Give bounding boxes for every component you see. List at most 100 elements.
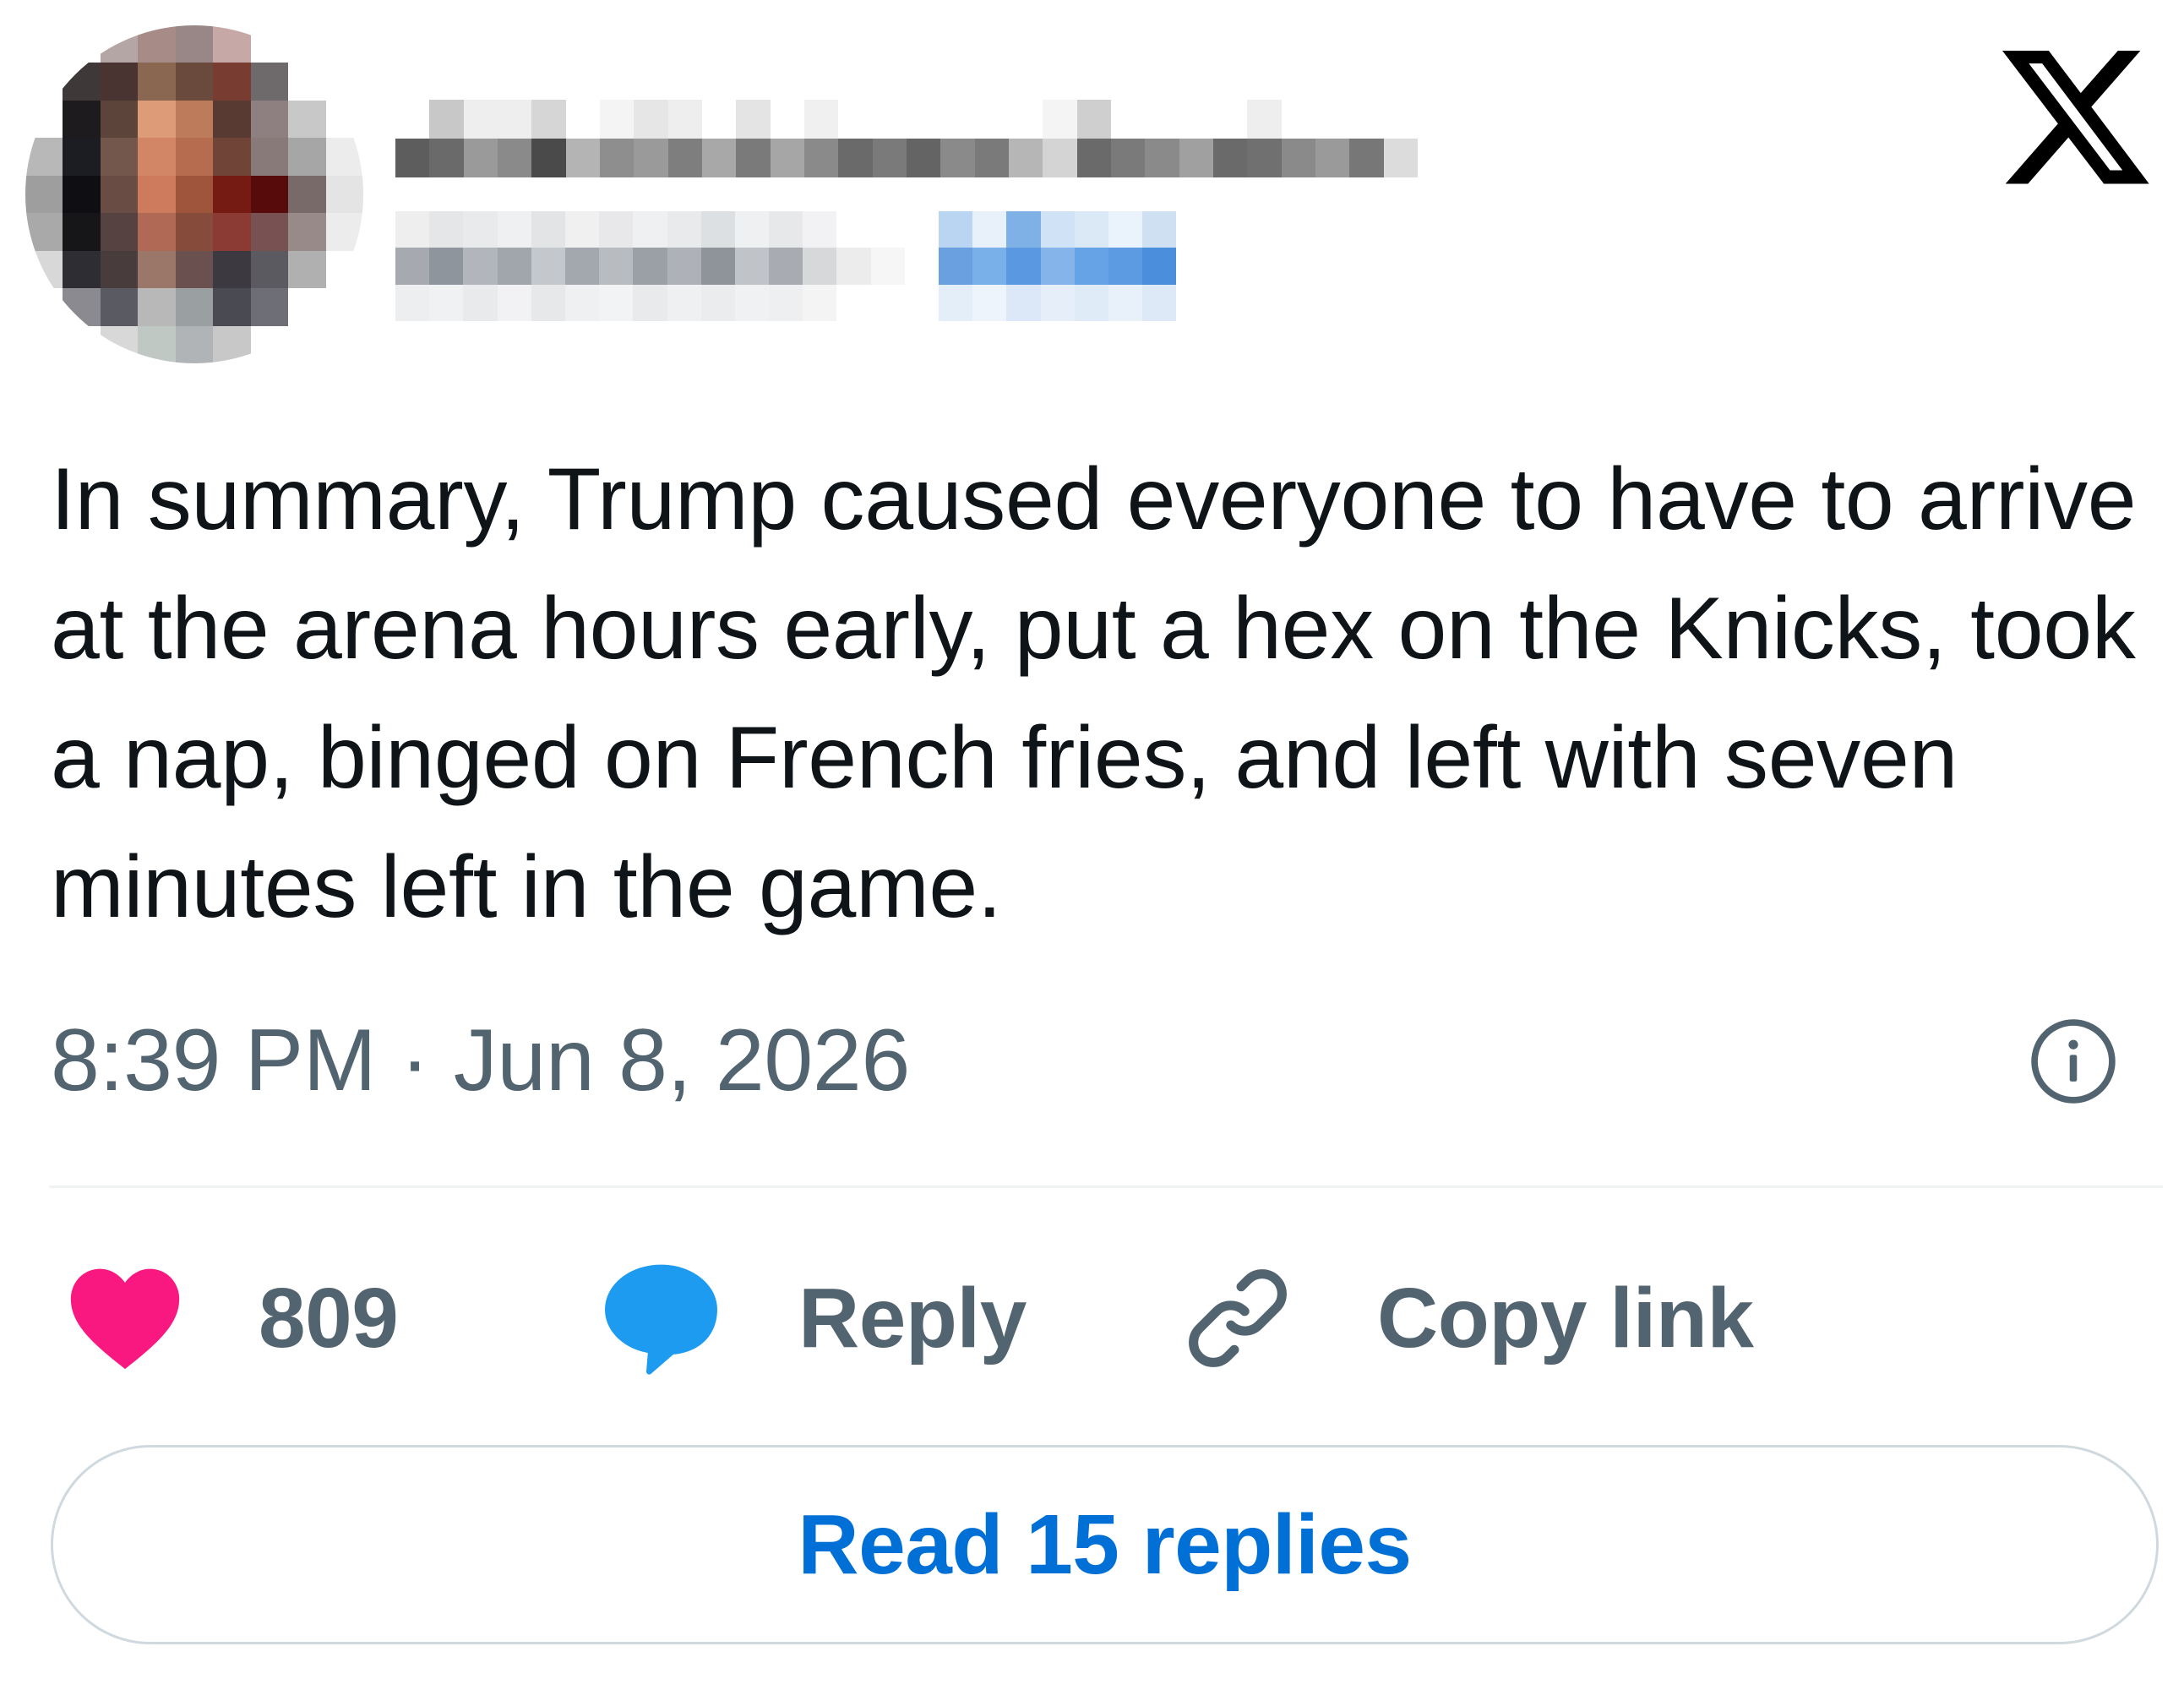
name-pixel [872, 100, 907, 139]
avatar-pixel [213, 288, 251, 326]
avatar-pixel [25, 138, 63, 176]
author-name-redacted[interactable] [395, 100, 1418, 177]
handle-pixel [395, 211, 430, 248]
read-replies-button[interactable]: Read 15 replies [51, 1445, 2159, 1644]
name-pixel [701, 100, 737, 139]
avatar-pixel [288, 100, 326, 139]
name-pixel [701, 139, 737, 177]
avatar-pixel [100, 213, 139, 251]
handle-pixel [1074, 248, 1109, 285]
name-pixel [736, 100, 771, 139]
name-pixel [906, 139, 941, 177]
handle-pixel [734, 211, 770, 248]
handle-pixel [633, 248, 667, 285]
name-pixel [599, 100, 635, 139]
handle-pixel [1142, 211, 1177, 248]
handle-pixel [1006, 284, 1041, 321]
name-pixel [1281, 139, 1315, 177]
avatar-pixel [288, 288, 326, 326]
avatar-pixel [63, 213, 101, 251]
handle-pixel [1040, 248, 1075, 285]
handle-pixel [395, 248, 430, 285]
name-pixel [1110, 139, 1146, 177]
name-pixel [1247, 100, 1282, 139]
reply-button[interactable]: Reply [600, 1251, 1027, 1386]
avatar-pixel [213, 175, 251, 214]
handle-pixel [769, 248, 803, 285]
name-pixel [906, 100, 941, 139]
avatar-pixel [288, 325, 326, 363]
like-button[interactable]: 809 [66, 1251, 399, 1386]
name-pixel [872, 139, 907, 177]
name-pixel [463, 139, 498, 177]
avatar-pixel [213, 325, 251, 363]
name-pixel [1179, 139, 1213, 177]
avatar-pixel [288, 213, 326, 251]
name-pixel [1043, 139, 1077, 177]
author-handle-redacted[interactable] [395, 211, 1278, 321]
handle-pixel [700, 211, 735, 248]
name-pixel [395, 139, 430, 177]
name-pixel [531, 100, 566, 139]
avatar-pixel [175, 138, 214, 176]
avatar-pixel [25, 325, 63, 363]
handle-pixel [803, 284, 837, 321]
avatar-pixel [213, 250, 251, 289]
avatar-pixel [175, 325, 214, 363]
avatar-pixel [325, 250, 363, 289]
handle-pixel [429, 284, 464, 321]
avatar-pixel [100, 325, 139, 363]
avatar-pixel [25, 25, 63, 63]
name-pixel [497, 139, 532, 177]
avatar-pixel [288, 63, 326, 101]
name-pixel [429, 100, 464, 139]
name-pixel [1212, 139, 1248, 177]
tweet-timestamp[interactable]: 8:39 PM · Jun 8, 2026 [51, 1006, 910, 1115]
info-icon[interactable] [2028, 1016, 2119, 1107]
handle-pixel [870, 211, 905, 248]
avatar-pixel [325, 213, 363, 251]
avatar-pixel [250, 213, 289, 251]
avatar-pixel [213, 100, 251, 139]
name-pixel [634, 100, 668, 139]
handle-pixel [497, 211, 531, 248]
name-pixel [974, 100, 1009, 139]
read-replies-label: Read 15 replies [798, 1496, 1412, 1592]
reply-label: Reply [798, 1270, 1027, 1366]
handle-pixel [769, 211, 803, 248]
handle-pixel [870, 284, 905, 321]
copy-link-label: Copy link [1377, 1270, 1754, 1366]
handle-pixel [395, 284, 430, 321]
handle-pixel [1040, 211, 1075, 248]
handle-pixel [599, 211, 634, 248]
avatar-pixel [100, 100, 139, 139]
handle-pixel [1142, 284, 1177, 321]
avatar-pixel [325, 100, 363, 139]
name-pixel [497, 100, 532, 139]
name-pixel [565, 100, 600, 139]
name-pixel [1179, 100, 1213, 139]
handle-pixel [1074, 284, 1109, 321]
name-pixel [1281, 100, 1315, 139]
avatar-pixel [250, 25, 289, 63]
name-pixel [1145, 139, 1179, 177]
avatar[interactable] [25, 25, 363, 363]
handle-pixel [1244, 248, 1278, 285]
avatar-pixel [325, 63, 363, 101]
handle-pixel [1176, 248, 1211, 285]
avatar-pixel [25, 175, 63, 214]
x-logo-icon[interactable] [2002, 51, 2154, 190]
handle-pixel [836, 211, 871, 248]
name-pixel [395, 100, 430, 139]
avatar-pixel [288, 250, 326, 289]
name-pixel [838, 139, 873, 177]
handle-pixel [1006, 211, 1041, 248]
handle-pixel [564, 248, 600, 285]
avatar-pixel [288, 25, 326, 63]
copy-link-button[interactable]: Copy link [1179, 1251, 1754, 1386]
name-pixel [1349, 100, 1384, 139]
handle-pixel [972, 284, 1007, 321]
avatar-pixel [175, 175, 214, 214]
avatar-pixel [175, 213, 214, 251]
speech-bubble-icon [605, 1264, 717, 1375]
